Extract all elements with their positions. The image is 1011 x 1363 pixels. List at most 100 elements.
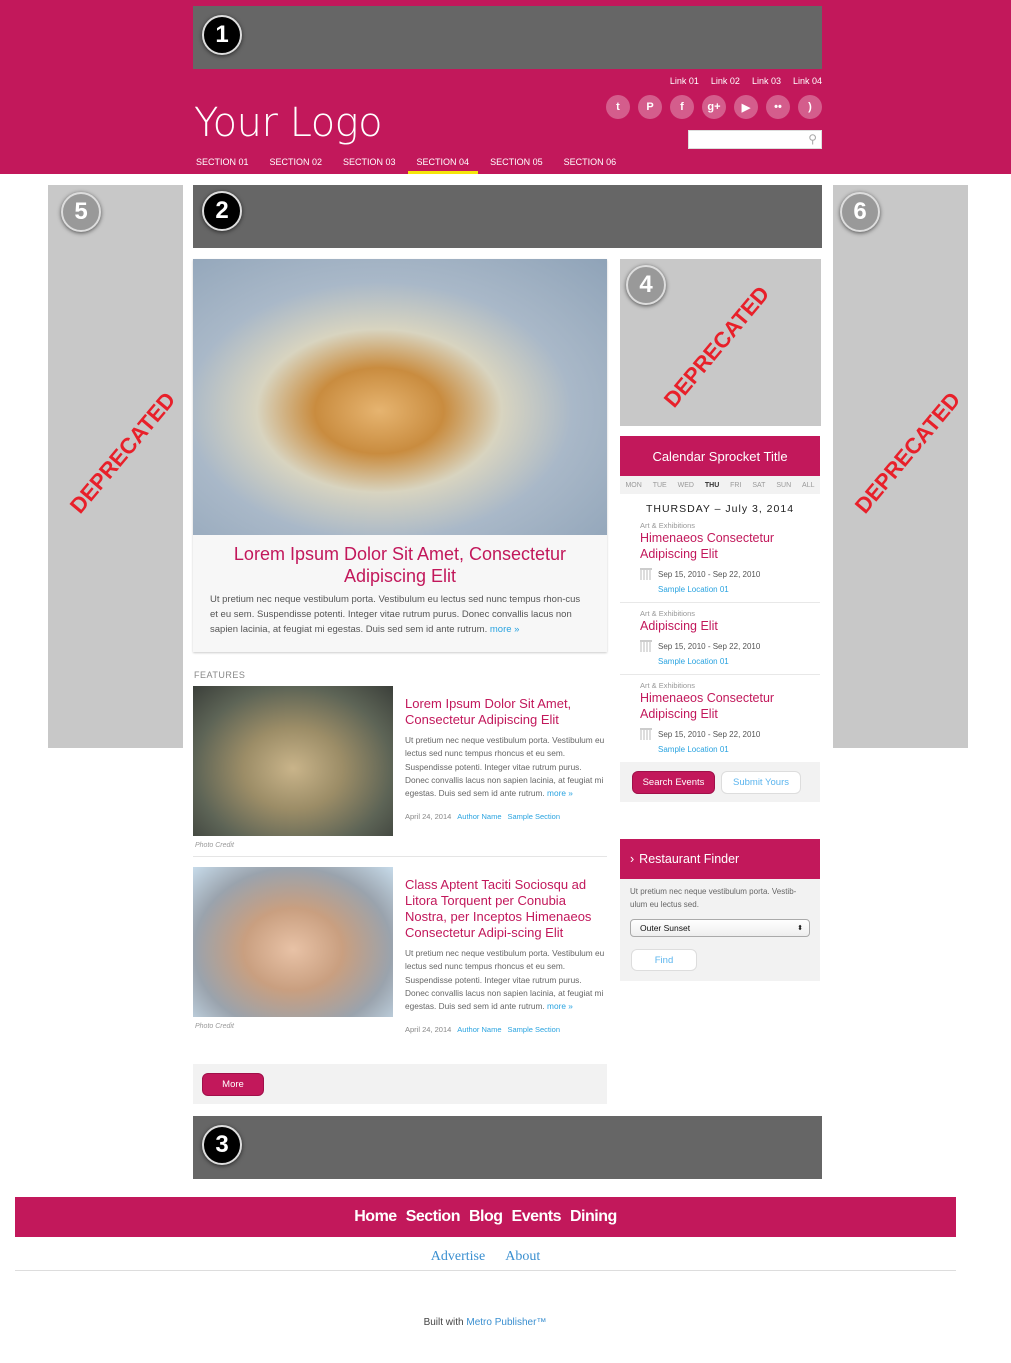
nav-section-02[interactable]: SECTION 02: [270, 157, 323, 174]
placeholder-badge: 6: [840, 192, 880, 232]
nav-section-05[interactable]: SECTION 05: [490, 157, 543, 174]
event-title[interactable]: Adipiscing Elit: [640, 618, 800, 634]
main-nav: SECTION 01 SECTION 02 SECTION 03 SECTION…: [196, 157, 637, 174]
search-input[interactable]: ⚲: [688, 130, 822, 149]
footer-link-events[interactable]: Events: [512, 1208, 562, 1226]
event-category: Art & Exhibitions: [640, 681, 696, 690]
deprecated-label: DEPRECATED: [64, 387, 181, 519]
facebook-icon[interactable]: f: [670, 95, 694, 119]
hero-title[interactable]: Lorem Ipsum Dolor Sit Amet, Consectetur …: [193, 543, 607, 587]
event-dates: Sep 15, 2010 - Sep 22, 2010: [640, 640, 800, 652]
event-location[interactable]: Sample Location 01: [658, 745, 800, 754]
more-link[interactable]: more »: [547, 1001, 573, 1011]
top-links: Link 01 Link 02 Link 03 Link 04: [670, 76, 822, 86]
deprecated-label: DEPRECATED: [658, 281, 775, 413]
feature-body: Ut pretium nec neque vestibulum porta. V…: [405, 948, 605, 1012]
twitter-icon[interactable]: t: [606, 95, 630, 119]
top-link[interactable]: Link 01: [670, 76, 699, 86]
event-date-range: Sep 15, 2010 - Sep 22, 2010: [658, 641, 761, 651]
restaurant-finder-title: Restaurant Finder: [639, 852, 740, 866]
calendar-date: THURSDAY – July 3, 2014: [645, 503, 795, 515]
feature-image[interactable]: [193, 867, 393, 1017]
top-link[interactable]: Link 04: [793, 76, 822, 86]
feature-item: Photo Credit Lorem Ipsum Dolor Sit Amet,…: [193, 686, 607, 849]
event-item: Art & Exhibitions Himenaeos Consectetur …: [620, 515, 820, 603]
footer-link-section[interactable]: Section: [406, 1208, 461, 1226]
footer-link-home[interactable]: Home: [354, 1208, 397, 1226]
hero-text: Ut pretium nec neque vestibulum porta. V…: [193, 587, 607, 642]
event-title[interactable]: Himenaeos Consectetur Adipiscing Elit: [640, 530, 800, 562]
placeholder-badge: 3: [202, 1125, 242, 1165]
rss-icon[interactable]: ): [798, 95, 822, 119]
section-link[interactable]: Sample Section: [507, 1025, 560, 1034]
submit-yours-button[interactable]: Submit Yours: [721, 770, 801, 794]
footer-link-dining[interactable]: Dining: [570, 1208, 617, 1226]
flickr-icon[interactable]: ••: [766, 95, 790, 119]
social-links: t P f g+ ▶ •• ): [606, 95, 822, 119]
metro-publisher-link[interactable]: Metro Publisher™: [466, 1317, 546, 1328]
find-button[interactable]: Find: [631, 949, 697, 971]
nav-section-06[interactable]: SECTION 06: [564, 157, 617, 174]
restaurant-finder-header: › Restaurant Finder: [620, 839, 820, 879]
date: April 24, 2014: [405, 812, 452, 822]
advertise-link[interactable]: Advertise: [431, 1249, 485, 1270]
feature-title[interactable]: Class Aptent Taciti Sociosqu ad Litora T…: [405, 877, 605, 941]
tab-thu[interactable]: THU: [705, 482, 719, 489]
event-title[interactable]: Himenaeos Consectetur Adipiscing Elit: [640, 690, 800, 722]
footer-nav: Home Section Blog Events Dining: [15, 1197, 956, 1237]
event-location[interactable]: Sample Location 01: [658, 585, 800, 594]
more-button[interactable]: More: [202, 1073, 264, 1096]
tab-fri[interactable]: FRI: [730, 482, 741, 489]
restaurant-finder: › Restaurant Finder Ut pretium nec neque …: [620, 839, 820, 981]
calendar-icon: [640, 640, 652, 652]
pinterest-icon[interactable]: P: [638, 95, 662, 119]
placeholder-badge: 2: [202, 191, 242, 231]
nav-section-04[interactable]: SECTION 04: [407, 157, 478, 174]
features-label: FEATURES: [194, 670, 246, 680]
feature-body: Ut pretium nec neque vestibulum porta. V…: [405, 735, 605, 799]
event-item: Art & Exhibitions Adipiscing Elit Sep 15…: [620, 603, 820, 675]
author-link[interactable]: Author Name: [457, 812, 501, 821]
nav-section-01[interactable]: SECTION 01: [196, 157, 249, 174]
event-item: Art & Exhibitions Himenaeos Consectetur …: [620, 675, 820, 762]
photo-credit: Photo Credit: [195, 842, 234, 849]
youtube-icon[interactable]: ▶: [734, 95, 758, 119]
placeholder-badge: 5: [61, 192, 101, 232]
tab-tue[interactable]: TUE: [653, 482, 667, 489]
tab-sat[interactable]: SAT: [752, 482, 765, 489]
feature-image[interactable]: [193, 686, 393, 836]
tab-wed[interactable]: WED: [678, 482, 694, 489]
google-plus-icon[interactable]: g+: [702, 95, 726, 119]
deprecated-label: DEPRECATED: [849, 387, 966, 519]
placeholder-3: 3: [193, 1116, 822, 1179]
more-link[interactable]: more »: [547, 788, 573, 798]
section-link[interactable]: Sample Section: [507, 812, 560, 821]
top-link[interactable]: Link 03: [752, 76, 781, 86]
hero-image[interactable]: [193, 259, 607, 535]
nav-section-03[interactable]: SECTION 03: [343, 157, 396, 174]
neighborhood-select[interactable]: Outer Sunset ⬍: [630, 919, 810, 937]
author-link[interactable]: Author Name: [457, 1025, 501, 1034]
logo[interactable]: Your Logo: [194, 100, 383, 146]
calendar-icon: [640, 728, 652, 740]
search-icon[interactable]: ⚲: [808, 132, 817, 146]
event-date-range: Sep 15, 2010 - Sep 22, 2010: [658, 729, 761, 739]
more-link[interactable]: more »: [490, 624, 520, 635]
tab-sun[interactable]: SUN: [776, 482, 791, 489]
event-location[interactable]: Sample Location 01: [658, 657, 800, 666]
tab-mon[interactable]: MON: [625, 482, 641, 489]
search-events-button[interactable]: Search Events: [632, 770, 715, 794]
select-arrows-icon: ⬍: [797, 925, 803, 932]
top-link[interactable]: Link 02: [711, 76, 740, 86]
day-tabs: MON TUE WED THU FRI SAT SUN ALL: [620, 476, 820, 494]
footer-link-blog[interactable]: Blog: [469, 1208, 503, 1226]
feature-meta: April 24, 2014 Author Name Sample Section: [405, 1025, 605, 1034]
placeholder-1: 1: [193, 6, 822, 69]
event-date-range: Sep 15, 2010 - Sep 22, 2010: [658, 569, 761, 579]
feature-title[interactable]: Lorem Ipsum Dolor Sit Amet, Consectetur …: [405, 696, 605, 728]
about-link[interactable]: About: [505, 1249, 540, 1270]
tab-all[interactable]: ALL: [802, 482, 814, 489]
selected-value: Outer Sunset: [640, 923, 691, 933]
placeholder-4: 4 DEPRECATED: [620, 259, 821, 426]
calendar-footer: Search Events Submit Yours: [620, 762, 820, 802]
